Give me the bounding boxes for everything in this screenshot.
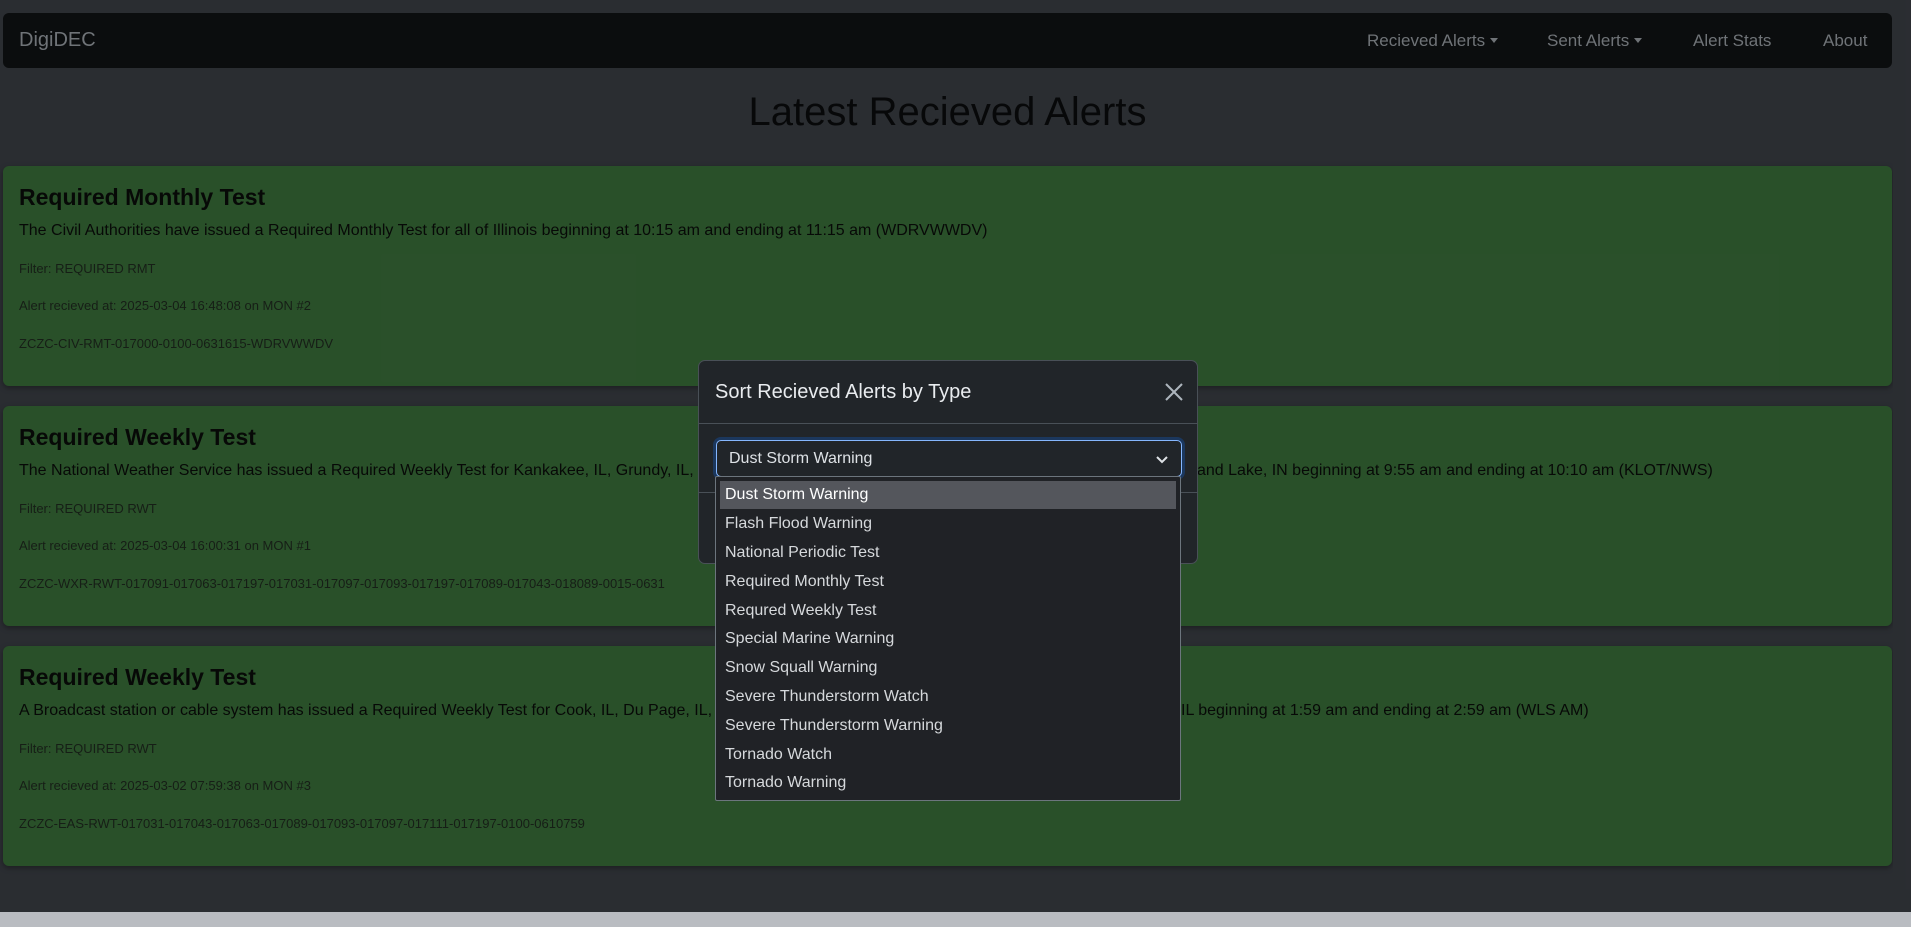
alert-type-select[interactable]: Dust Storm Warning [716,440,1182,477]
modal-title: Sort Recieved Alerts by Type [715,381,972,403]
select-current-value: Dust Storm Warning [729,450,873,467]
select-option[interactable]: Tornado Watch [720,741,1176,769]
chevron-down-icon [1156,456,1168,464]
select-option[interactable]: Required Monthly Test [720,568,1176,596]
close-button[interactable] [1163,381,1185,403]
select-option[interactable]: Requred Weekly Test [720,597,1176,625]
select-option[interactable]: Severe Thunderstorm Watch [720,683,1176,711]
close-icon [1165,383,1183,401]
select-option[interactable]: Snow Squall Warning [720,654,1176,682]
select-option[interactable]: Special Marine Warning [720,625,1176,653]
modal-header-divider [699,423,1197,424]
select-option[interactable]: Flash Flood Warning [720,510,1176,538]
select-option[interactable]: Dust Storm Warning [720,481,1176,509]
select-option[interactable]: Tornado Warning [720,769,1176,797]
select-option[interactable]: Severe Thunderstorm Warning [720,712,1176,740]
select-dropdown-list: Dust Storm Warning Flash Flood Warning N… [715,476,1181,801]
select-option[interactable]: National Periodic Test [720,539,1176,567]
